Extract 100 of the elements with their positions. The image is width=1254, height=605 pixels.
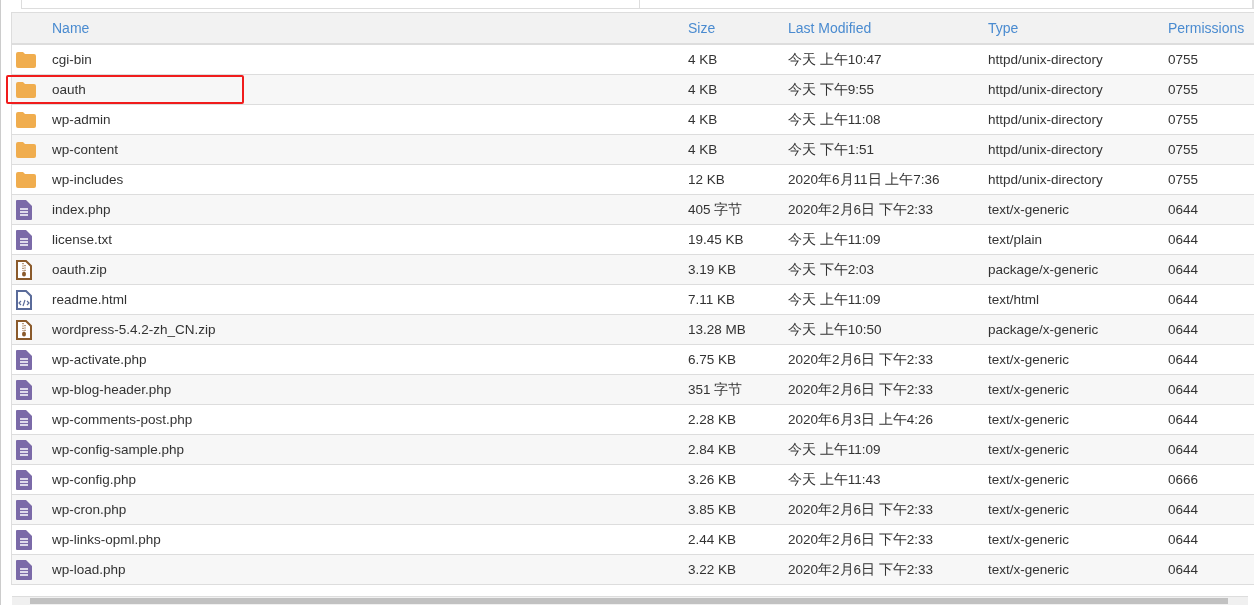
file-name-cell-text: cgi-bin <box>52 52 93 67</box>
type-cell-text: text/x-generic <box>988 562 1071 577</box>
size-cell-text: 4 KB <box>688 142 719 157</box>
file-row[interactable]: wp-config-sample.php 2.84 KB 今天 上午11:09 text/x-generic 0644 <box>11 435 1254 465</box>
modified-cell-text: 今天 上午11:43 <box>788 470 882 489</box>
folder-icon <box>16 81 36 98</box>
modified-cell-text: 今天 上午10:50 <box>788 320 883 339</box>
file-row[interactable]: wp-load.php 3.22 KB 2020年2月6日 下午2:33 text/x-generic 0644 <box>11 555 1254 585</box>
modified-cell-text: 2020年2月6日 下午2:33 <box>788 380 935 399</box>
file-row[interactable]: wp-includes 12 KB 2020年6月11日 上午7:36 httpd/unix-directory 0755 <box>11 165 1254 195</box>
type-cell-text: text/x-generic <box>988 412 1071 427</box>
type-cell-text: httpd/unix-directory <box>988 82 1104 97</box>
size-cell-text: 3.26 KB <box>688 472 738 487</box>
document-icon <box>16 409 32 430</box>
file-name-cell-text: oauth.zip <box>52 262 108 277</box>
file-row[interactable]: wp-config.php 3.26 KB 今天 上午11:43 text/x-generic 0666 <box>11 465 1254 495</box>
file-row[interactable]: index.php 405 字节 2020年2月6日 下午2:33 text/x-generic 0644 <box>11 195 1254 225</box>
file-row[interactable]: cgi-bin 4 KB 今天 上午10:47 httpd/unix-directory 0755 <box>11 45 1254 75</box>
modified-cell-text: 2020年2月6日 下午2:33 <box>788 350 935 369</box>
modified-cell-text: 今天 下午2:03 <box>788 260 876 279</box>
permissions-cell-text: 0755 <box>1168 112 1200 127</box>
size-cell-text: 3.22 KB <box>688 562 738 577</box>
file-name-cell-text: wp-blog-header.php <box>52 382 173 397</box>
file-name-cell-text: wp-links-opml.php <box>52 532 162 547</box>
size-cell-text: 4 KB <box>688 52 719 67</box>
type-cell-text: httpd/unix-directory <box>988 142 1104 157</box>
type-cell-text: text/x-generic <box>988 442 1071 457</box>
permissions-cell-text: 0666 <box>1168 472 1200 487</box>
permissions-cell-text: 0644 <box>1168 202 1200 217</box>
zip-file-icon <box>16 259 32 280</box>
modified-cell-text: 2020年2月6日 下午2:33 <box>788 200 935 219</box>
modified-cell-text: 今天 上午11:09 <box>788 290 882 309</box>
modified-cell-text: 2020年2月6日 下午2:33 <box>788 530 935 549</box>
type-cell-text: package/x-generic <box>988 262 1100 277</box>
size-cell-text: 19.45 KB <box>688 232 745 247</box>
file-row[interactable]: wordpress-5.4.2-zh_CN.zip 13.28 MB 今天 上午10:50 package/x-generic 0644 <box>11 315 1254 345</box>
file-name-cell-text: oauth <box>52 82 87 97</box>
folder-icon <box>16 51 36 68</box>
modified-cell-text: 今天 上午11:09 <box>788 440 882 459</box>
file-row[interactable]: wp-admin 4 KB 今天 上午11:08 httpd/unix-directory 0755 <box>11 105 1254 135</box>
file-name-cell-text: wp-load.php <box>52 562 127 577</box>
file-row[interactable]: wp-content 4 KB 今天 下午1:51 httpd/unix-directory 0755 <box>11 135 1254 165</box>
file-row[interactable]: wp-cron.php 3.85 KB 2020年2月6日 下午2:33 text/x-generic 0644 <box>11 495 1254 525</box>
file-name-cell-text: wp-cron.php <box>52 502 128 517</box>
modified-cell-text: 2020年6月11日 上午7:36 <box>788 170 941 189</box>
file-name-cell-text: index.php <box>52 202 112 217</box>
type-cell-text: httpd/unix-directory <box>988 172 1104 187</box>
file-row[interactable]: wp-activate.php 6.75 KB 2020年2月6日 下午2:33 text/x-generic 0644 <box>11 345 1254 375</box>
modified-cell-text: 今天 上午11:09 <box>788 230 882 249</box>
type-cell-text: text/x-generic <box>988 352 1071 367</box>
modified-cell-text: 2020年6月3日 上午4:26 <box>788 410 935 429</box>
type-cell-text: text/plain <box>988 232 1044 247</box>
file-row[interactable]: wp-comments-post.php 2.28 KB 2020年6月3日 上午4:26 text/x-generic 0644 <box>11 405 1254 435</box>
type-cell-text: text/x-generic <box>988 472 1071 487</box>
zip-file-icon <box>16 319 32 340</box>
permissions-cell-text: 0755 <box>1168 172 1200 187</box>
permissions-cell-text: 0644 <box>1168 412 1200 427</box>
file-row[interactable]: readme.html 7.11 KB 今天 上午11:09 text/html 0644 <box>11 285 1254 315</box>
permissions-cell-text: 0644 <box>1168 532 1200 547</box>
permissions-cell-text: 0644 <box>1168 502 1200 517</box>
document-icon <box>16 349 32 370</box>
type-cell-text: httpd/unix-directory <box>988 112 1104 127</box>
permissions-cell-text: 0644 <box>1168 322 1200 337</box>
permissions-cell-text: 0755 <box>1168 142 1200 157</box>
size-cell-text: 2.84 KB <box>688 442 738 457</box>
size-cell-text: 3.19 KB <box>688 262 738 277</box>
size-cell-text: 4 KB <box>688 82 719 97</box>
permissions-cell-text: 0644 <box>1168 562 1200 577</box>
modified-cell-text: 今天 下午1:51 <box>788 140 876 159</box>
modified-cell-text: 今天 下午9:55 <box>788 80 876 99</box>
document-icon <box>16 499 32 520</box>
file-row[interactable]: oauth.zip 3.19 KB 今天 下午2:03 package/x-generic 0644 <box>11 255 1254 285</box>
size-cell-text: 7.11 KB <box>688 292 737 307</box>
modified-cell-text: 2020年2月6日 下午2:33 <box>788 500 935 519</box>
permissions-cell-text: 0755 <box>1168 82 1200 97</box>
file-name-cell-text: readme.html <box>52 292 129 307</box>
permissions-cell-text: 0644 <box>1168 262 1200 277</box>
file-name-cell-text: wp-activate.php <box>52 352 148 367</box>
folder-icon <box>16 141 36 158</box>
document-icon <box>16 529 32 550</box>
modified-cell-text: 今天 上午10:47 <box>788 50 883 69</box>
type-cell-text: text/x-generic <box>988 502 1071 517</box>
file-row[interactable]: license.txt 19.45 KB 今天 上午11:09 text/plain 0644 <box>11 225 1254 255</box>
document-icon <box>16 439 32 460</box>
type-cell-text: package/x-generic <box>988 322 1100 337</box>
file-row[interactable]: wp-blog-header.php 351 字节 2020年2月6日 下午2:33 text/x-generic 0644 <box>11 375 1254 405</box>
file-name-cell-text: wp-config.php <box>52 472 138 487</box>
document-icon <box>16 199 32 220</box>
document-icon <box>16 559 32 580</box>
file-row[interactable]: wp-links-opml.php 2.44 KB 2020年2月6日 下午2:33 text/x-generic 0644 <box>11 525 1254 555</box>
modified-cell-text: 2020年2月6日 下午2:33 <box>788 560 935 579</box>
size-cell-text: 351 字节 <box>688 380 744 399</box>
size-cell-text: 4 KB <box>688 112 719 127</box>
size-cell-text: 2.44 KB <box>688 532 738 547</box>
file-name-cell-text: license.txt <box>52 232 114 247</box>
permissions-cell-text: 0644 <box>1168 442 1200 457</box>
file-name-cell-text: wp-comments-post.php <box>52 412 194 427</box>
type-cell-text: httpd/unix-directory <box>988 52 1104 67</box>
permissions-cell-text: 0755 <box>1168 52 1200 67</box>
type-cell-text: text/x-generic <box>988 202 1071 217</box>
